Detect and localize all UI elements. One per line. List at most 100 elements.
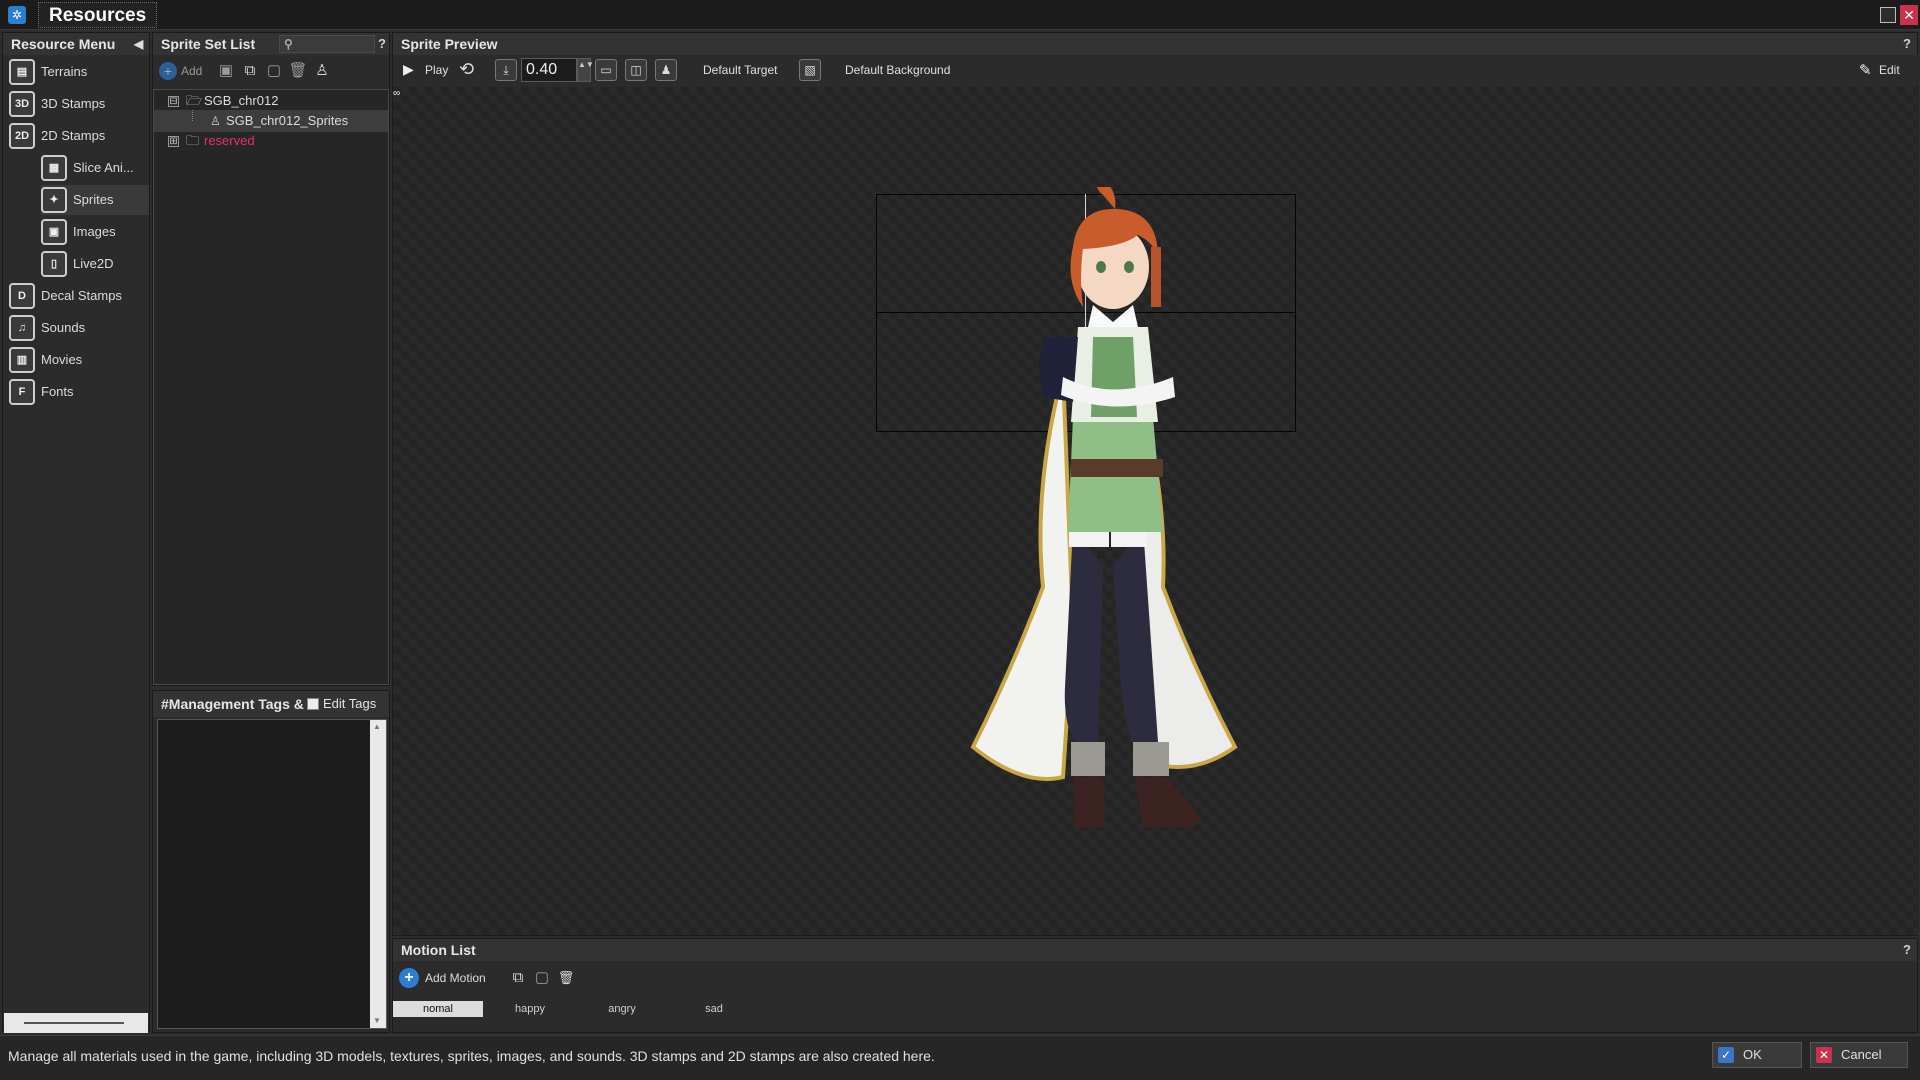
panel-view-icon[interactable]: ◫	[625, 59, 647, 81]
search-input[interactable]: ⚲	[279, 35, 375, 53]
maximize-icon[interactable]	[1880, 7, 1896, 23]
live2d-icon: ▯	[41, 251, 67, 277]
resource-menu-header: Resource Menu ◀	[3, 33, 149, 55]
font-icon: F	[9, 379, 35, 405]
management-tags-title: #Management Tags & I	[161, 696, 312, 712]
edit-button[interactable]: ✎ Edit	[1859, 55, 1915, 85]
menu-item-label: 2D Stamps	[41, 128, 106, 143]
tree-item-folder[interactable]: ⊞ 🗀 reserved	[154, 130, 388, 152]
menu-item-movies[interactable]: ▥ Movies	[9, 345, 149, 375]
motion-tab-sad[interactable]: sad	[669, 1001, 759, 1017]
horizontal-scrollbar[interactable]	[4, 1013, 148, 1033]
preview-toolbar: ▶ Play ⟲ ⤓ 0.40 ▲▼ ▭ ◫ ♟ Default Target …	[393, 55, 1919, 85]
delete-icon[interactable]: 🗑	[555, 967, 577, 989]
tree-connector	[192, 110, 193, 121]
tree-item-sprite-selected[interactable]: ♙ SGB_chr012_Sprites	[154, 110, 388, 132]
close-icon[interactable]: ✕	[1900, 5, 1918, 25]
menu-item-live2d[interactable]: ▯ Live2D	[41, 249, 149, 279]
help-icon[interactable]: ?	[1903, 939, 1911, 961]
slice-animation-icon: ▦	[41, 155, 67, 181]
menu-item-sprites[interactable]: ✦ Sprites	[41, 185, 149, 215]
zoom-stepper[interactable]: ▲▼	[577, 58, 594, 82]
menu-item-images[interactable]: ▣ Images	[41, 217, 149, 247]
link-icon[interactable]: ∞	[393, 88, 400, 99]
default-target-button[interactable]: Default Target	[703, 55, 778, 85]
sprite-set-list-panel: Sprite Set List ⚲ ? + Add ▣ ⧉ ▢ 🗑 ♙ ⊟ 🗁 …	[152, 32, 390, 686]
sprite-set-tree: ⊟ 🗁 SGB_chr012 ♙ SGB_chr012_Sprites ⊞ 🗀 …	[153, 89, 389, 685]
app-icon: ✲	[8, 6, 26, 24]
management-tags-header: #Management Tags & I Edit Tags	[153, 691, 389, 717]
scrollbar-thumb[interactable]	[24, 1022, 124, 1024]
paste-icon[interactable]: ▢	[263, 60, 285, 82]
3d-stamp-icon: 3D	[9, 91, 35, 117]
frame-view-icon[interactable]: ▭	[595, 59, 617, 81]
edit-tags-label[interactable]: Edit Tags	[323, 691, 376, 717]
add-motion-button[interactable]: + Add Motion	[399, 967, 499, 989]
motion-tab-angry[interactable]: angry	[577, 1001, 667, 1017]
motion-tab-happy[interactable]: happy	[485, 1001, 575, 1017]
character-sprite	[970, 187, 1238, 827]
collapse-toggle-icon[interactable]: ⊟	[168, 96, 179, 107]
menu-item-sounds[interactable]: ♫ Sounds	[9, 313, 149, 343]
tree-item-label: SGB_chr012_Sprites	[226, 113, 349, 128]
resources-window: ✲ Resources ✕ Resource Menu ◀ ▤ Terrains…	[0, 0, 1920, 1080]
menu-item-label: Movies	[41, 352, 83, 367]
sprite-icon: ♙	[210, 114, 221, 128]
cancel-button[interactable]: ✕ Cancel	[1810, 1042, 1908, 1068]
sprite-preview-title: Sprite Preview	[401, 36, 498, 52]
new-folder-icon[interactable]: ▣	[215, 60, 237, 82]
sprite-preview-panel: Sprite Preview ? ▶ Play ⟲ ⤓ 0.40 ▲▼ ▭ ◫ …	[392, 32, 1919, 936]
image-icon: ▣	[41, 219, 67, 245]
delete-icon[interactable]: 🗑	[287, 60, 309, 82]
menu-item-label: Terrains	[41, 64, 88, 79]
motion-list-panel: Motion List ? + Add Motion ⧉ ▢ 🗑 nomal h…	[392, 938, 1918, 1033]
sprite-preview-canvas[interactable]: ∞	[393, 87, 1919, 935]
management-tags-panel: #Management Tags & I Edit Tags ▲ ▼	[152, 690, 390, 1033]
background-image-icon[interactable]: ▧	[799, 59, 821, 81]
menu-item-2d-stamps[interactable]: 2D 2D Stamps	[9, 121, 149, 151]
default-background-button[interactable]: Default Background	[845, 55, 950, 85]
zoom-input[interactable]: 0.40	[521, 58, 577, 82]
menu-item-terrains[interactable]: ▤ Terrains	[9, 57, 149, 87]
help-icon[interactable]: ?	[1903, 33, 1911, 55]
search-icon: ⚲	[284, 37, 293, 51]
paste-icon[interactable]: ▢	[531, 967, 553, 989]
menu-item-fonts[interactable]: F Fonts	[9, 377, 149, 407]
scroll-up-icon[interactable]: ▲	[373, 722, 381, 731]
character-view-icon[interactable]: ♟	[655, 59, 677, 81]
film-icon: ▥	[9, 347, 35, 373]
menu-item-label: Images	[73, 224, 116, 239]
resource-menu-panel: Resource Menu ◀ ▤ Terrains 3D 3D Stamps …	[2, 32, 150, 1032]
menu-item-label: Sounds	[41, 320, 86, 335]
tree-item-folder[interactable]: ⊟ 🗁 SGB_chr012	[154, 90, 388, 112]
decal-stamp-icon: D	[9, 283, 35, 309]
menu-item-label: Fonts	[41, 384, 74, 399]
add-icon: +	[159, 62, 177, 80]
2d-stamp-icon: 2D	[9, 123, 35, 149]
copy-icon[interactable]: ⧉	[507, 967, 529, 989]
loop-icon[interactable]: ⟲	[459, 59, 474, 80]
add-icon: +	[399, 968, 419, 988]
status-text: Manage all materials used in the game, i…	[8, 1048, 935, 1064]
edit-label: Edit	[1879, 63, 1900, 77]
play-button[interactable]: ▶ Play	[403, 55, 455, 85]
help-icon[interactable]: ?	[378, 33, 386, 55]
menu-item-label: Live2D	[73, 256, 114, 271]
scroll-down-icon[interactable]: ▼	[373, 1016, 381, 1025]
menu-item-slice-animation[interactable]: ▦ Slice Ani...	[41, 153, 149, 183]
copy-icon[interactable]: ⧉	[239, 60, 261, 82]
fit-icon[interactable]: ⤓	[495, 59, 517, 81]
collapse-icon[interactable]: ◀	[134, 33, 143, 55]
menu-item-decal-stamps[interactable]: D Decal Stamps	[9, 281, 149, 311]
tags-list[interactable]: ▲ ▼	[157, 719, 387, 1029]
menu-item-3d-stamps[interactable]: 3D 3D Stamps	[9, 89, 149, 119]
edit-tags-checkbox[interactable]	[307, 698, 319, 710]
expand-toggle-icon[interactable]: ⊞	[168, 136, 179, 147]
folder-open-icon: 🗁	[186, 93, 203, 108]
folder-icon: 🗀	[186, 133, 200, 148]
vertical-scrollbar[interactable]: ▲ ▼	[370, 720, 386, 1028]
motion-tab-nomal[interactable]: nomal	[393, 1001, 483, 1017]
person-icon[interactable]: ♙	[311, 60, 333, 82]
ok-button[interactable]: ✓ OK	[1712, 1042, 1802, 1068]
resource-menu-title: Resource Menu	[11, 36, 116, 52]
